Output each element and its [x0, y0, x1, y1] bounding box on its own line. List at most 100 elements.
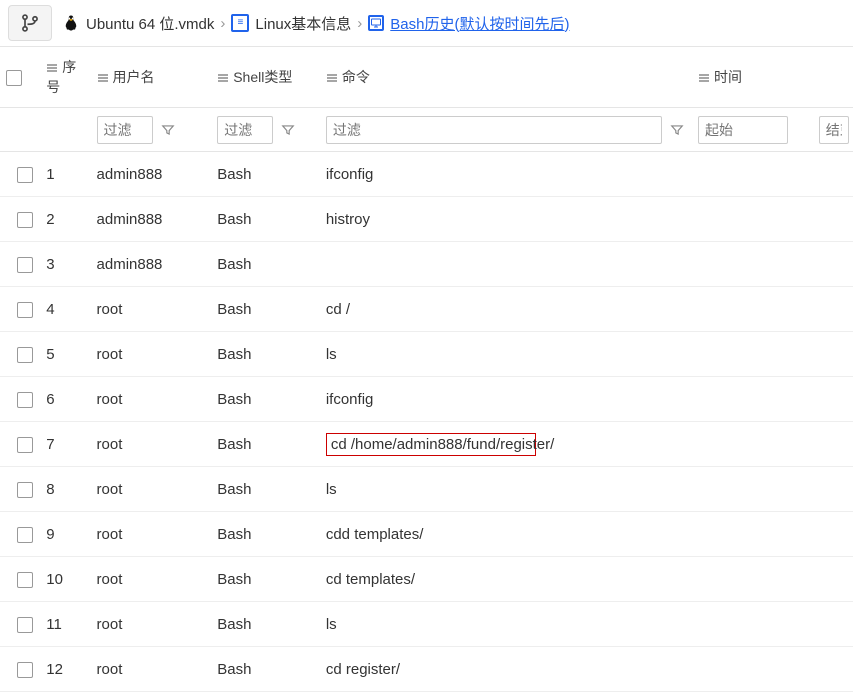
cell-shell: Bash: [211, 242, 320, 287]
cell-time: [692, 422, 813, 467]
cell-user: root: [91, 377, 212, 422]
filter-icon[interactable]: [668, 121, 686, 139]
cell-time: [692, 332, 813, 377]
table-row[interactable]: 3admin888Bash: [0, 242, 853, 287]
table-filter-row: [0, 108, 853, 152]
cell-shell: Bash: [211, 602, 320, 647]
cell-user: admin888: [91, 242, 212, 287]
column-menu-icon: [326, 72, 338, 84]
row-checkbox[interactable]: [17, 302, 33, 318]
header-seq[interactable]: 序号: [40, 47, 90, 108]
table-row[interactable]: 7rootBash cd /home/admin888/fund/register…: [0, 422, 853, 467]
breadcrumb-item-linuxinfo[interactable]: Linux基本信息: [255, 13, 351, 34]
cell-shell: Bash: [211, 332, 320, 377]
cell-user: admin888: [91, 152, 212, 197]
highlighted-command: cd /home/admin888/fund/register/: [326, 433, 536, 456]
filter-cmd-input[interactable]: [326, 116, 662, 144]
column-menu-icon: [97, 72, 109, 84]
cell-user: root: [91, 422, 212, 467]
document-icon: ≡: [231, 14, 249, 32]
row-checkbox[interactable]: [17, 392, 33, 408]
header-time[interactable]: 时间: [692, 47, 813, 108]
row-checkbox[interactable]: [17, 437, 33, 453]
row-checkbox[interactable]: [17, 617, 33, 633]
breadcrumb-separator: ›: [357, 15, 362, 32]
cell-seq: 4: [40, 287, 90, 332]
filter-time-start-input[interactable]: [698, 116, 788, 144]
row-checkbox[interactable]: [17, 482, 33, 498]
cell-shell: Bash: [211, 152, 320, 197]
row-checkbox[interactable]: [17, 212, 33, 228]
table-row[interactable]: 11rootBashls: [0, 602, 853, 647]
table-row[interactable]: 10rootBashcd templates/: [0, 557, 853, 602]
cell-shell: Bash: [211, 287, 320, 332]
cell-cmd: ls: [320, 467, 692, 512]
cell-shell: Bash: [211, 647, 320, 692]
row-checkbox[interactable]: [17, 662, 33, 678]
breadcrumb-separator: ›: [220, 15, 225, 32]
monitor-icon: [368, 15, 384, 31]
cell-time: [692, 557, 813, 602]
cell-time: [692, 377, 813, 422]
cell-cmd: cd /home/admin888/fund/register/: [320, 422, 692, 467]
cell-shell: Bash: [211, 377, 320, 422]
breadcrumb-item-vmdk[interactable]: Ubuntu 64 位.vmdk: [86, 13, 214, 34]
filter-icon[interactable]: [159, 121, 177, 139]
column-menu-icon: [217, 72, 229, 84]
cell-time: [692, 287, 813, 332]
table-row[interactable]: 1admin888Bashifconfig: [0, 152, 853, 197]
breadcrumb-item-bashhistory[interactable]: Bash历史(默认按时间先后): [390, 13, 569, 34]
filter-shell-input[interactable]: [217, 116, 273, 144]
cell-cmd: [320, 242, 692, 287]
cell-shell: Bash: [211, 197, 320, 242]
row-checkbox[interactable]: [17, 167, 33, 183]
column-menu-icon: [698, 72, 710, 84]
filter-user-input[interactable]: [97, 116, 153, 144]
cell-user: root: [91, 557, 212, 602]
filter-time-end-input[interactable]: [819, 116, 849, 144]
cell-seq: 3: [40, 242, 90, 287]
filter-icon[interactable]: [279, 121, 297, 139]
cell-time: [692, 242, 813, 287]
cell-user: root: [91, 332, 212, 377]
cell-user: root: [91, 287, 212, 332]
cell-cmd: cd /: [320, 287, 692, 332]
select-all-checkbox[interactable]: [6, 70, 22, 86]
table-row[interactable]: 2admin888Bashhistroy: [0, 197, 853, 242]
table-row[interactable]: 4rootBashcd /: [0, 287, 853, 332]
table-row[interactable]: 6rootBashifconfig: [0, 377, 853, 422]
cell-time: [692, 152, 813, 197]
cell-cmd: cdd templates/: [320, 512, 692, 557]
cell-user: root: [91, 647, 212, 692]
header-cmd[interactable]: 命令: [320, 47, 692, 108]
cell-time: [692, 512, 813, 557]
column-menu-icon: [46, 62, 58, 74]
cell-seq: 7: [40, 422, 90, 467]
cell-cmd: ls: [320, 602, 692, 647]
header-user[interactable]: 用户名: [91, 47, 212, 108]
table-row[interactable]: 5rootBashls: [0, 332, 853, 377]
table-row[interactable]: 12rootBashcd register/: [0, 647, 853, 692]
git-branch-button[interactable]: [8, 5, 52, 41]
cell-cmd: ifconfig: [320, 377, 692, 422]
row-checkbox[interactable]: [17, 572, 33, 588]
cell-time: [692, 602, 813, 647]
cell-shell: Bash: [211, 422, 320, 467]
row-checkbox[interactable]: [17, 257, 33, 273]
table-row[interactable]: 8rootBashls: [0, 467, 853, 512]
cell-shell: Bash: [211, 557, 320, 602]
header-shell[interactable]: Shell类型: [211, 47, 320, 108]
row-checkbox[interactable]: [17, 347, 33, 363]
table-row[interactable]: 9rootBashcdd templates/: [0, 512, 853, 557]
git-branch-icon: [20, 13, 40, 33]
cell-cmd: histroy: [320, 197, 692, 242]
cell-seq: 11: [40, 602, 90, 647]
row-checkbox[interactable]: [17, 527, 33, 543]
cell-seq: 1: [40, 152, 90, 197]
cell-cmd: ls: [320, 332, 692, 377]
cell-seq: 8: [40, 467, 90, 512]
cell-seq: 6: [40, 377, 90, 422]
cell-seq: 12: [40, 647, 90, 692]
linux-icon: [62, 14, 80, 32]
cell-time: [692, 467, 813, 512]
